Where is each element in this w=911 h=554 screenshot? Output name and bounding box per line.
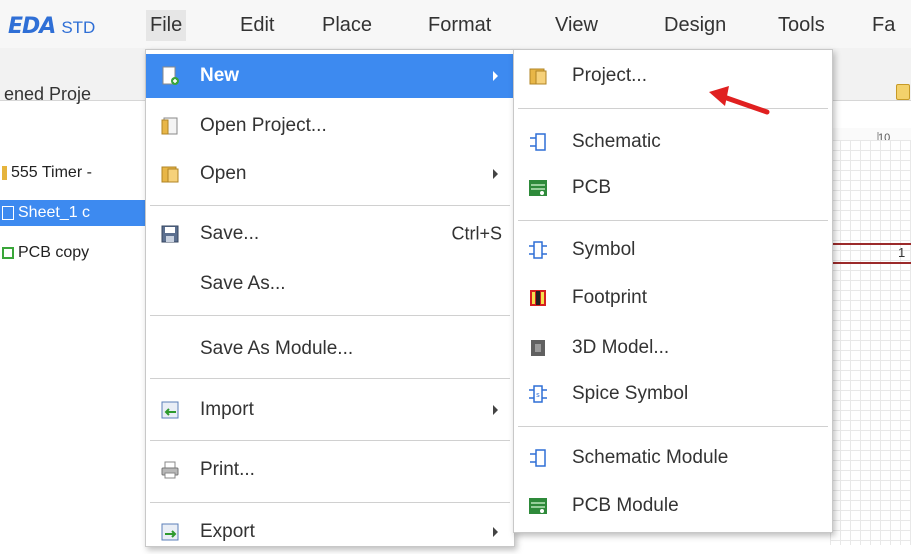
menu-separator (518, 220, 828, 221)
save-icon (161, 225, 179, 243)
menu-separator (518, 108, 828, 109)
menubar: EDA STD File Edit Place Format View Desi… (0, 0, 911, 49)
menu-item-new-3d-model[interactable]: 3D Model... (514, 326, 832, 370)
menu-item-label: Save... (200, 223, 260, 244)
menu-item-label: 3D Model... (572, 337, 670, 358)
folder-icon (161, 166, 179, 183)
logo-sub: STD (61, 18, 96, 37)
menu-separator (150, 315, 510, 316)
menu-item-label: Schematic Module (572, 447, 729, 468)
submenu-arrow-icon (493, 527, 498, 537)
menu-item-print[interactable]: Print... (146, 448, 514, 492)
menu-item-label: New (200, 65, 240, 86)
menu-item-label: Save As... (200, 273, 286, 294)
tree-item-sheet[interactable]: Sheet_1 c (0, 200, 147, 226)
menu-item-new-symbol[interactable]: Symbol (514, 228, 832, 272)
menu-place[interactable]: Place (318, 10, 376, 41)
menu-item-label: Footprint (572, 287, 647, 308)
tree-item-project[interactable]: 555 Timer - (0, 160, 147, 186)
menu-format[interactable]: Format (424, 10, 495, 41)
folder-icon (529, 68, 547, 85)
menu-item-label: Symbol (572, 239, 636, 260)
export-icon (161, 523, 179, 541)
menu-item-open-project[interactable]: Open Project... (146, 104, 514, 148)
pcb-icon (529, 498, 547, 514)
menu-separator (518, 426, 828, 427)
logo-main: EDA (8, 14, 56, 39)
schematic-icon (530, 133, 546, 151)
wire-line (830, 262, 911, 264)
menu-separator (150, 502, 510, 503)
menu-edit[interactable]: Edit (236, 10, 278, 41)
menu-tools[interactable]: Tools (774, 10, 829, 41)
menu-item-label: Save As Module... (200, 338, 354, 359)
tree-item-label: 555 Timer - (11, 164, 92, 181)
menu-separator (150, 440, 510, 441)
menu-item-export[interactable]: Export (146, 510, 514, 554)
pcb-icon (529, 180, 547, 196)
menu-item-new-pcb-module[interactable]: PCB Module (514, 484, 832, 528)
print-icon (161, 461, 179, 479)
menu-item-label: PCB Module (572, 495, 679, 516)
pcb-icon (2, 246, 14, 259)
menu-item-label: PCB (572, 177, 612, 198)
menu-item-save-as-module[interactable]: Save As Module... (146, 327, 514, 371)
menu-file[interactable]: File (146, 10, 187, 41)
menu-item-import[interactable]: Import (146, 388, 514, 432)
menu-separator (150, 378, 510, 379)
menu-design[interactable]: Design (660, 10, 730, 41)
menu-item-label: Import (200, 399, 254, 420)
menu-item-save-as[interactable]: Save As... (146, 262, 514, 306)
menu-item-label: Open Project... (200, 115, 327, 136)
menu-item-new-schematic[interactable]: Schematic (514, 120, 832, 164)
app-logo: EDA STD (8, 14, 96, 39)
opened-projects-title: ened Proje (4, 84, 92, 104)
menu-item-label: Project... (572, 65, 647, 86)
tree-item-label: Sheet_1 c (18, 204, 91, 221)
menu-item-save[interactable]: Save... Ctrl+S (146, 212, 514, 256)
svg-text:s: s (536, 391, 540, 399)
symbol-icon (529, 241, 547, 259)
annotation-arrow-icon (709, 86, 770, 115)
tree-item-label: PCB copy (18, 244, 90, 261)
menu-item-label: Export (200, 521, 255, 542)
menu-item-label: Schematic (572, 131, 661, 152)
menu-fa[interactable]: Fa (868, 10, 899, 41)
schematic-icon (530, 449, 546, 467)
3d-model-icon (531, 340, 545, 356)
menu-item-label: Open (200, 163, 247, 184)
submenu-arrow-icon (493, 169, 498, 179)
import-icon (161, 401, 179, 419)
menu-item-new-schematic-module[interactable]: Schematic Module (514, 436, 832, 480)
menu-item-new[interactable]: New (146, 54, 514, 98)
menu-item-label: Spice Symbol (572, 383, 689, 404)
schematic-icon (2, 205, 14, 220)
menu-item-new-project[interactable]: Project... (514, 54, 832, 98)
spice-symbol-icon: s (529, 385, 547, 403)
open-project-icon (161, 117, 178, 135)
new-submenu: Project... Schematic PCB Symbol Footprin… (513, 49, 833, 533)
submenu-arrow-icon (493, 71, 498, 81)
pin-number: 1 (898, 245, 906, 260)
new-file-icon (162, 66, 179, 85)
folder-icon (2, 165, 7, 180)
submenu-arrow-icon (493, 405, 498, 415)
folder-icon[interactable] (896, 84, 910, 100)
file-menu: New Open Project... Open Save... Ctrl+S … (145, 49, 515, 547)
menu-item-new-pcb[interactable]: PCB (514, 166, 832, 210)
menu-item-new-footprint[interactable]: Footprint (514, 276, 832, 320)
shortcut-label: Ctrl+S (451, 223, 502, 244)
footprint-icon (530, 290, 546, 306)
schematic-canvas[interactable] (830, 140, 911, 545)
tree-item-pcb[interactable]: PCB copy (0, 240, 147, 266)
menu-separator (150, 205, 510, 206)
menu-item-new-spice-symbol[interactable]: s Spice Symbol (514, 372, 832, 416)
menu-view[interactable]: View (551, 10, 602, 41)
menu-item-open[interactable]: Open (146, 152, 514, 196)
menu-item-label: Print... (200, 459, 255, 480)
